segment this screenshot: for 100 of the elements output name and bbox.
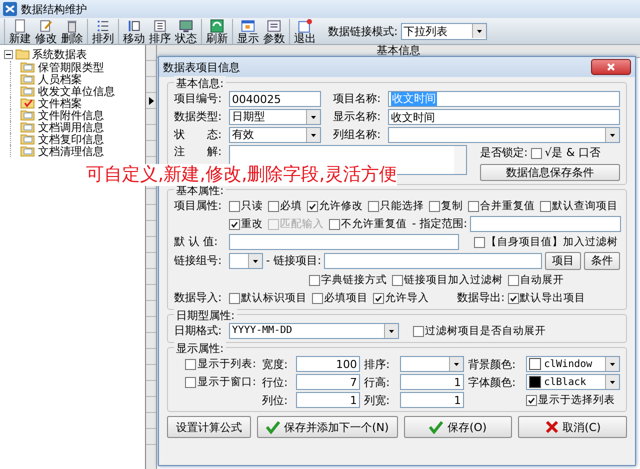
checkbox-label: 显示于选择列表 — [538, 393, 615, 407]
close-button[interactable] — [591, 59, 631, 75]
dropdown[interactable]: 下拉列表 — [400, 22, 487, 40]
checkbox[interactable] — [508, 292, 519, 304]
save-conditions-button[interactable]: 数据信息保存条件 — [480, 164, 620, 181]
dropdown[interactable] — [400, 356, 464, 372]
checkbox-label: 复制 — [441, 199, 463, 213]
close-icon — [606, 62, 616, 72]
checkbox[interactable] — [185, 358, 196, 370]
checkbox[interactable] — [540, 200, 551, 212]
dialog-button[interactable]: 取消(C) — [518, 416, 627, 438]
checkbox-label: 允许修改 — [319, 199, 363, 213]
checkbox[interactable] — [530, 148, 542, 158]
toolbar-button[interactable]: 修改 — [33, 18, 59, 44]
toolbar-button[interactable]: 刷新 — [204, 18, 230, 44]
tree-item[interactable]: 文件档案 — [38, 96, 82, 110]
checkbox-label: √是 & 口否 — [544, 146, 600, 160]
checkbox-label: 必填项目 — [324, 291, 368, 305]
toolbar-button[interactable]: 退出 — [292, 18, 318, 44]
annotation-text: 可自定义,新建,修改,删除字段,灵活方便 — [86, 164, 397, 186]
dropdown[interactable]: 有效 — [229, 127, 321, 143]
text-field[interactable] — [324, 253, 542, 269]
checkbox[interactable] — [229, 200, 240, 212]
checkbox[interactable] — [185, 376, 196, 388]
edit-icon — [39, 18, 53, 32]
link-button[interactable]: 条件 — [584, 252, 620, 270]
document-icon — [13, 18, 27, 32]
toolbar-button[interactable]: 参数 — [261, 18, 287, 44]
checkbox-label: 显示于窗口: — [197, 375, 256, 389]
checkbox-label: 链接项目加入过滤树 — [404, 273, 503, 287]
toolbar-button[interactable]: 排列 — [90, 18, 116, 44]
checkbox[interactable] — [373, 292, 384, 304]
toolbar-button[interactable]: 状态 — [173, 18, 199, 44]
window-title: 数据结构维护 — [21, 2, 87, 16]
dropdown[interactable]: clBlack — [526, 374, 620, 390]
group-title: 显示属性: — [174, 341, 226, 356]
text-field[interactable]: 1 — [296, 392, 360, 408]
toolbar-button[interactable]: 移动 — [121, 18, 147, 44]
dialog-button[interactable]: 设置计算公式 — [167, 416, 251, 438]
field-label: 列宽: — [364, 392, 391, 408]
text-field[interactable] — [229, 234, 459, 250]
text-field[interactable]: 收文时间 — [388, 109, 620, 125]
tree-item[interactable]: 文件附件信息 — [38, 108, 104, 122]
group-title: 基本信息: — [174, 76, 226, 91]
checkbox[interactable] — [413, 326, 424, 336]
scrollbar[interactable] — [454, 146, 466, 174]
dialog-button[interactable]: 保存并添加下一个(N) — [257, 416, 398, 438]
dropdown[interactable]: 日期型 — [229, 109, 321, 125]
app-icon — [3, 2, 17, 16]
text-field[interactable] — [470, 216, 622, 232]
checkbox[interactable] — [508, 274, 519, 286]
field-label: 字体颜色: — [468, 374, 517, 390]
dropdown[interactable]: clWindow — [526, 356, 620, 372]
dropdown[interactable] — [229, 253, 263, 269]
dropdown[interactable] — [388, 127, 620, 143]
checkbox[interactable] — [229, 218, 240, 230]
toolbar-button[interactable]: 删除 — [59, 18, 85, 44]
toolbar-button[interactable]: 新建 — [7, 18, 33, 44]
collapse-icon[interactable] — [4, 50, 13, 58]
checkbox[interactable] — [309, 274, 320, 286]
list-icon — [96, 18, 110, 32]
checkbox-label: 重改 — [241, 217, 263, 231]
dialog-button[interactable]: 保存(O) — [404, 416, 512, 438]
checkbox-label: 默认标识项目 — [241, 291, 307, 305]
tree-item[interactable]: 系统数据表 — [32, 46, 87, 62]
text-field[interactable]: 1 — [400, 392, 464, 408]
checkbox[interactable] — [392, 274, 403, 286]
tree-item[interactable]: 收发文单位信息 — [38, 84, 115, 98]
field-label: 日期格式: — [174, 324, 223, 338]
tree-item[interactable]: 人员档案 — [38, 72, 82, 86]
link-button[interactable]: 项目 — [545, 252, 581, 270]
exit-icon — [298, 18, 312, 32]
field-label: - 指定范围: — [412, 217, 468, 231]
tree-item[interactable]: 文档调用信息 — [38, 120, 104, 134]
field-label: 是否锁定: — [480, 146, 528, 160]
checkbox[interactable] — [429, 200, 440, 212]
checkbox[interactable] — [526, 394, 537, 406]
toolbar-button[interactable]: 排序 — [147, 18, 173, 44]
move-icon — [127, 18, 141, 32]
text-field[interactable]: 0040025 — [229, 91, 321, 107]
checkbox[interactable] — [229, 292, 240, 304]
checkmark-icon — [429, 420, 444, 434]
tree-item[interactable]: 文档清理信息 — [38, 144, 104, 158]
text-field[interactable]: 1 — [400, 374, 464, 390]
checkbox[interactable] — [474, 236, 485, 248]
checkbox[interactable] — [307, 200, 318, 212]
checkbox[interactable] — [368, 200, 379, 212]
text-field[interactable]: 100 — [296, 356, 360, 372]
text-field[interactable]: 7 — [296, 374, 360, 390]
checkbox[interactable] — [312, 292, 323, 304]
dropdown[interactable]: YYYY-MM-DD — [229, 323, 399, 339]
field-label: 链接组号: — [174, 254, 223, 268]
checkbox[interactable] — [268, 200, 279, 212]
toolbar-button[interactable]: 显示 — [235, 18, 261, 44]
checkbox[interactable] — [329, 218, 340, 230]
tree-item[interactable]: 文档复印信息 — [38, 132, 104, 146]
checkbox[interactable] — [468, 200, 479, 212]
field-label: 数据导入: — [174, 291, 223, 305]
field-label: 项目属性: — [174, 199, 223, 213]
tree-item[interactable]: 保管期限类型 — [38, 60, 104, 74]
